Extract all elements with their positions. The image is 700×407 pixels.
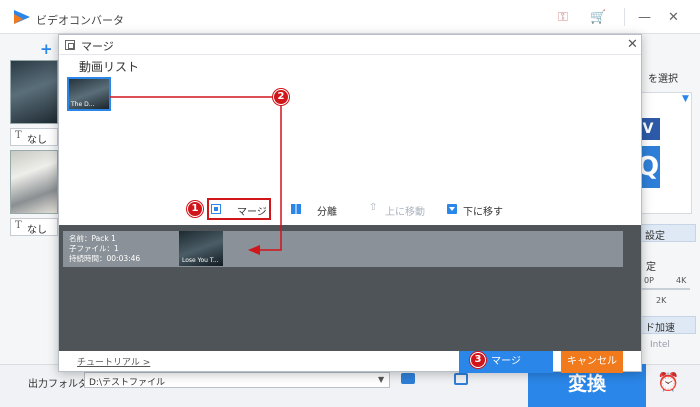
step-2-badge: 2 [273,89,289,105]
step-3-badge: 3 [470,352,486,368]
arrow-path [110,96,282,251]
annotation-arrows [110,96,282,255]
arrowhead [248,245,260,255]
step-1-badge: 1 [187,201,203,217]
